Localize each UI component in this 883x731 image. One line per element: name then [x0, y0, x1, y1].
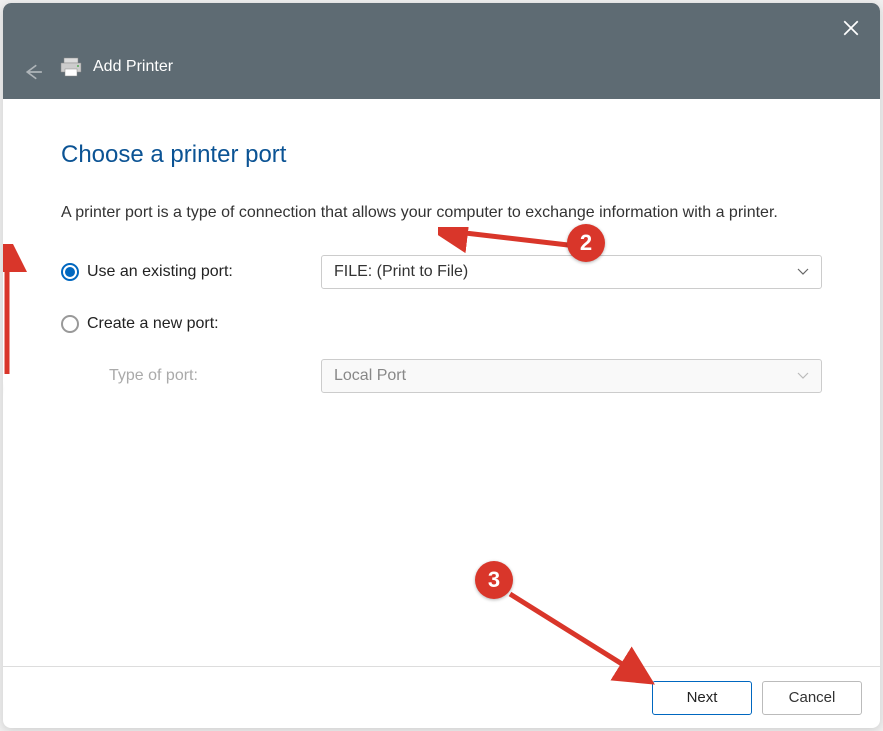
type-of-port-value: Local Port	[334, 367, 406, 385]
chevron-down-icon	[797, 367, 809, 385]
add-printer-dialog: Add Printer Choose a printer port A prin…	[3, 3, 880, 728]
annotation-arrow-1	[3, 244, 33, 389]
existing-port-value: FILE: (Print to File)	[334, 263, 468, 281]
existing-port-option[interactable]: Use an existing port:	[61, 263, 321, 281]
type-of-port-label: Type of port:	[109, 367, 321, 385]
annotation-arrow-3	[498, 584, 658, 689]
new-port-label: Create a new port:	[87, 315, 219, 333]
radio-new-port[interactable]	[61, 315, 79, 333]
page-heading: Choose a printer port	[61, 141, 822, 169]
new-port-option[interactable]: Create a new port:	[61, 315, 321, 333]
existing-port-dropdown[interactable]: FILE: (Print to File)	[321, 255, 822, 289]
next-button[interactable]: Next	[652, 681, 752, 715]
annotation-badge-2: 2	[567, 224, 605, 262]
annotation-arrow-2	[438, 227, 578, 257]
titlebar: Add Printer	[3, 3, 880, 99]
description-text: A printer port is a type of connection t…	[61, 201, 822, 225]
new-port-row: Create a new port:	[61, 307, 822, 341]
footer: Next Cancel	[3, 666, 880, 728]
chevron-down-icon	[797, 263, 809, 281]
type-of-port-dropdown: Local Port	[321, 359, 822, 393]
dialog-title: Add Printer	[93, 58, 173, 76]
radio-existing-port[interactable]	[61, 263, 79, 281]
printer-icon	[59, 57, 83, 77]
back-button[interactable]	[25, 63, 43, 81]
title-row: Add Printer	[59, 57, 173, 77]
annotation-badge-3: 3	[475, 561, 513, 599]
content-area: Choose a printer port A printer port is …	[3, 99, 880, 666]
existing-port-label: Use an existing port:	[87, 263, 233, 281]
close-button[interactable]	[842, 19, 860, 37]
cancel-button[interactable]: Cancel	[762, 681, 862, 715]
existing-port-row: Use an existing port: FILE: (Print to Fi…	[61, 255, 822, 289]
type-of-port-row: Type of port: Local Port	[61, 359, 822, 393]
